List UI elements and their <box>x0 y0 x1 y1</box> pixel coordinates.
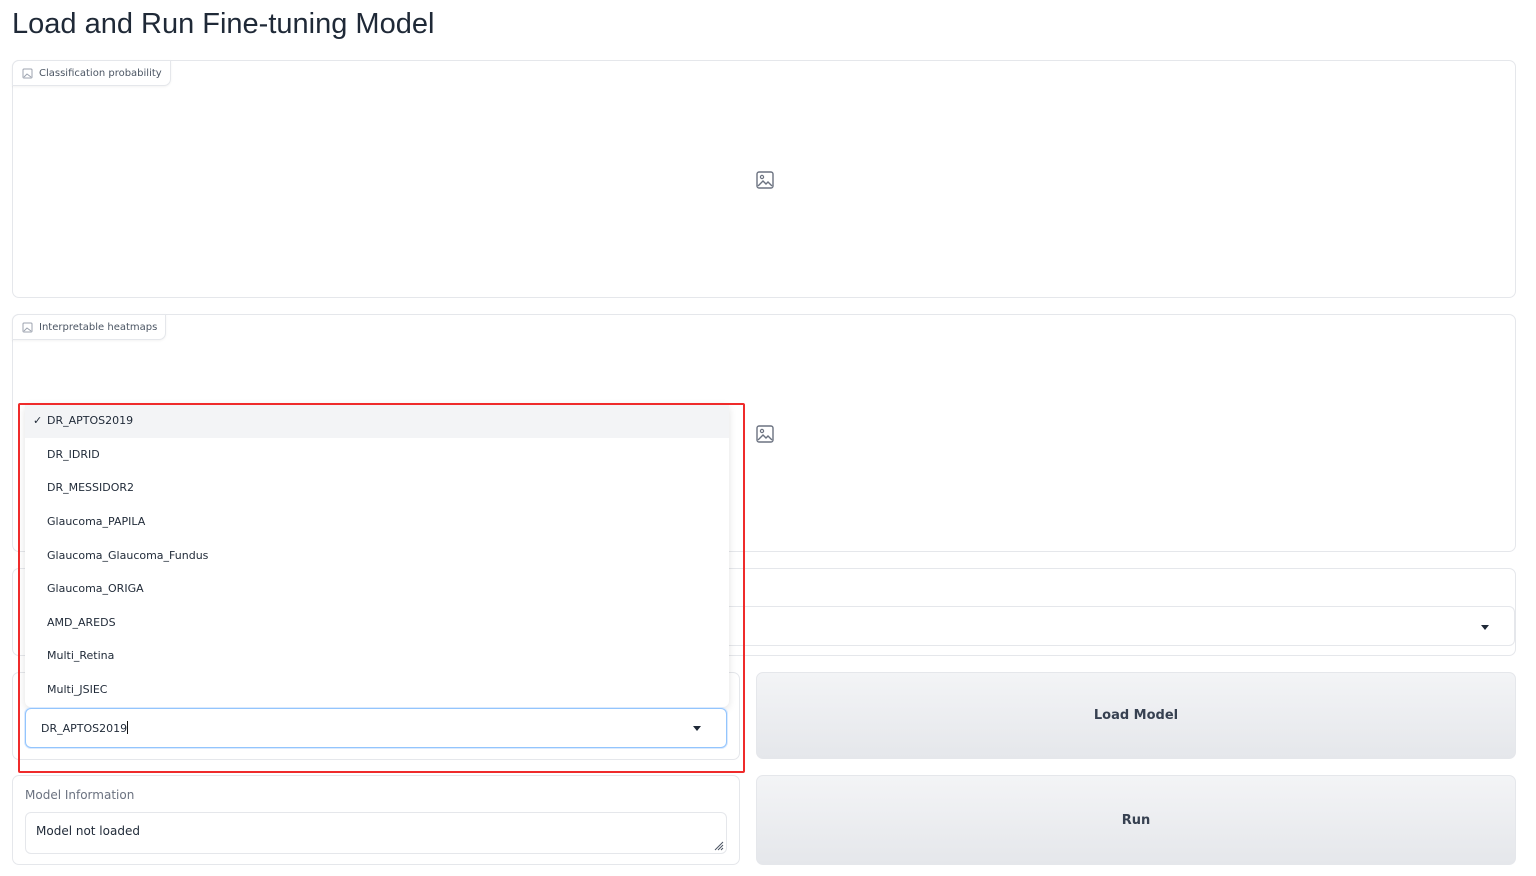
resize-grip-icon[interactable] <box>712 839 724 851</box>
dropdown-option[interactable]: DR_MESSIDOR2 <box>25 471 729 505</box>
text-cursor <box>127 721 129 734</box>
model-information-value: Model not loaded <box>36 824 140 838</box>
caret-down-icon[interactable] <box>693 726 701 731</box>
model-select-value: DR_APTOS2019 <box>41 721 129 735</box>
classification-probability-label-text: Classification probability <box>39 67 162 79</box>
interpretable-heatmaps-label: Interpretable heatmaps <box>12 314 167 340</box>
image-placeholder-icon <box>755 424 775 444</box>
model-select-input[interactable]: DR_APTOS2019 <box>25 708 727 748</box>
image-icon <box>22 68 33 79</box>
load-model-button[interactable]: Load Model <box>756 672 1516 759</box>
model-information-label: Model Information <box>25 788 135 802</box>
dropdown-option[interactable]: Glaucoma_Glaucoma_Fundus <box>25 538 729 572</box>
classification-probability-label: Classification probability <box>12 60 171 86</box>
page-title: Load and Run Fine-tuning Model <box>12 8 435 40</box>
run-button[interactable]: Run <box>756 775 1516 865</box>
check-icon: ✓ <box>33 414 43 428</box>
image-icon <box>22 322 33 333</box>
dropdown-option[interactable]: DR_IDRID <box>25 438 729 472</box>
dropdown-option[interactable]: Glaucoma_ORIGA <box>25 572 729 606</box>
dropdown-option[interactable]: ✓ DR_APTOS2019 <box>25 404 729 438</box>
model-information-panel: Model Information Model not loaded <box>12 775 740 865</box>
model-information-textbox[interactable]: Model not loaded <box>25 812 727 854</box>
dropdown-option[interactable]: AMD_AREDS <box>25 606 729 640</box>
dropdown-option[interactable]: Glaucoma_PAPILA <box>25 505 729 539</box>
dropdown-option[interactable]: Multi_JSIEC <box>25 673 729 707</box>
image-placeholder-icon <box>755 170 775 190</box>
interpretable-heatmaps-label-text: Interpretable heatmaps <box>39 321 158 333</box>
caret-down-icon <box>1481 625 1489 630</box>
model-dropdown-menu: ✓ DR_APTOS2019 DR_IDRID DR_MESSIDOR2 Glau… <box>25 404 729 707</box>
dropdown-option[interactable]: Multi_Retina <box>25 639 729 673</box>
classification-probability-panel: Classification probability <box>12 60 1516 298</box>
